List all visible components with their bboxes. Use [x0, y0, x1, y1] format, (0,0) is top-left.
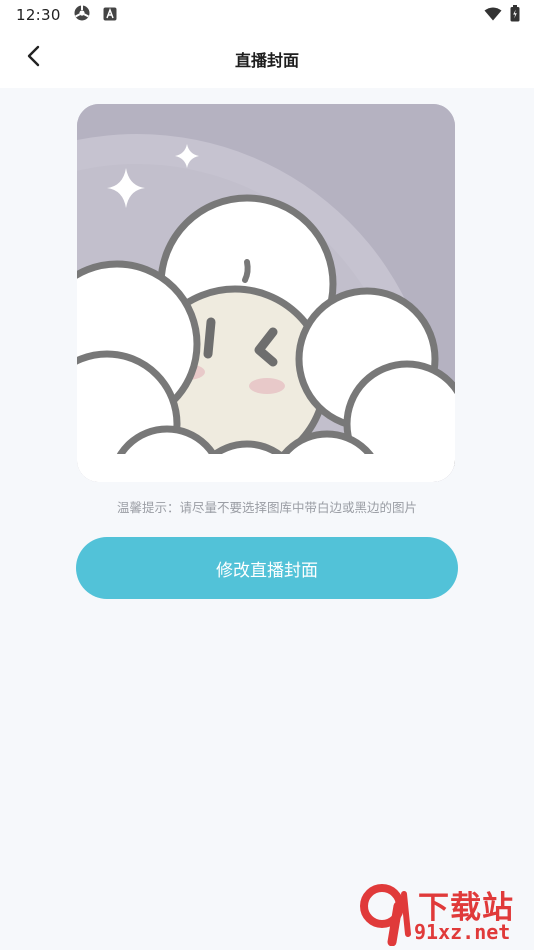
watermark-logo-icon — [360, 884, 411, 946]
status-time: 12:30 — [16, 6, 61, 24]
wifi-icon — [484, 6, 502, 25]
battery-icon — [510, 4, 520, 26]
change-cover-button-label: 修改直播封面 — [216, 560, 318, 581]
site-watermark: 下载站 91xz.net — [358, 882, 530, 948]
keyboard-a-icon — [103, 6, 117, 25]
chevron-left-icon — [26, 45, 42, 71]
status-bar: 12:30 — [0, 0, 534, 30]
cover-image[interactable] — [77, 104, 455, 482]
watermark-url: 91xz.net — [414, 920, 511, 944]
back-button[interactable] — [18, 42, 50, 74]
change-cover-button[interactable]: 修改直播封面 — [76, 537, 458, 599]
cover-tip-text: 温馨提示：请尽量不要选择图库中带白边或黑边的图片 — [116, 500, 417, 515]
status-right-group — [484, 4, 520, 26]
top-nav-bar: 直播封面 — [0, 30, 534, 88]
settings-gear-icon — [73, 4, 91, 26]
page-title: 直播封面 — [234, 51, 299, 70]
